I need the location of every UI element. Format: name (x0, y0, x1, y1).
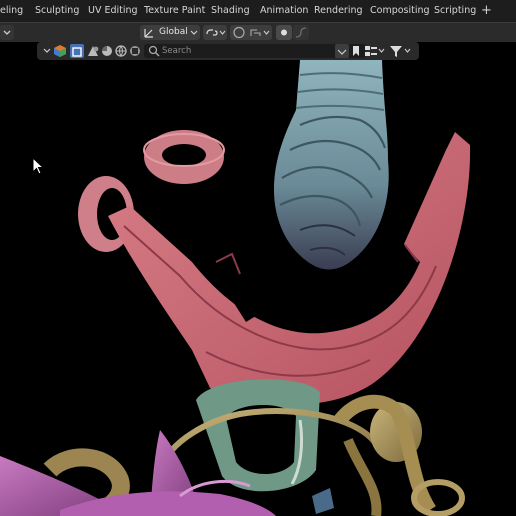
search-field[interactable]: Search (144, 44, 366, 58)
falloff-dropdown[interactable] (293, 25, 309, 40)
transform-orientation-dropdown[interactable]: Global (140, 25, 200, 40)
search-placeholder: Search (162, 46, 192, 56)
viewport-3d[interactable] (0, 60, 516, 516)
add-workspace-button[interactable]: + (481, 0, 492, 22)
material-icon[interactable] (100, 44, 114, 58)
viewport-header: Global (0, 22, 516, 42)
orientation-label: Global (159, 27, 188, 37)
chevron-down-icon[interactable] (41, 42, 53, 60)
orientation-icon (144, 29, 153, 38)
expand-icon (337, 49, 347, 55)
ring-upper (143, 130, 225, 184)
world-icon[interactable] (114, 44, 128, 58)
collar-model (196, 379, 320, 492)
editor-type-icon[interactable] (53, 44, 67, 58)
filter-toggle-icon[interactable] (128, 44, 142, 58)
collection-filter-button[interactable] (70, 44, 84, 58)
tab-shading[interactable]: Shading (211, 0, 250, 22)
bookmark-icon[interactable] (350, 44, 362, 58)
tab-sculpting[interactable]: Sculpting (35, 0, 79, 22)
expand-button[interactable] (335, 44, 349, 58)
snake-head-model (274, 60, 389, 270)
tab-texture-paint[interactable]: Texture Paint (144, 0, 205, 22)
tab-scripting[interactable]: Scripting (434, 0, 476, 22)
tab-rendering[interactable]: Rendering (314, 0, 363, 22)
proportional-edit-toggle[interactable] (276, 25, 292, 40)
tab-uv-editing[interactable]: UV Editing (88, 0, 138, 22)
editor-menu-button[interactable] (0, 25, 14, 40)
collection-icon (72, 47, 82, 57)
tab-compositing[interactable]: Compositing (370, 0, 430, 22)
object-icon[interactable] (86, 44, 100, 58)
snap-icon (233, 26, 270, 39)
chevron-down-icon (3, 30, 11, 35)
workspace-tab-bar: eling Sculpting UV Editing Texture Paint… (0, 0, 516, 22)
tab-modeling[interactable]: eling (0, 0, 23, 22)
search-icon (148, 45, 160, 57)
blue-detail (312, 488, 334, 514)
falloff-icon (295, 27, 307, 38)
snapping-dropdown[interactable] (230, 25, 272, 40)
chevron-down-icon (190, 30, 198, 35)
tab-animation[interactable]: Animation (260, 0, 308, 22)
cursor-icon (32, 157, 45, 175)
proportional-edit-icon (281, 29, 287, 36)
link-icon (206, 29, 226, 36)
view-options-icon[interactable] (363, 44, 385, 58)
filter-icon[interactable] (388, 44, 414, 58)
outliner-filter-bar: Search (37, 42, 419, 60)
pivot-point-dropdown[interactable] (203, 25, 227, 40)
